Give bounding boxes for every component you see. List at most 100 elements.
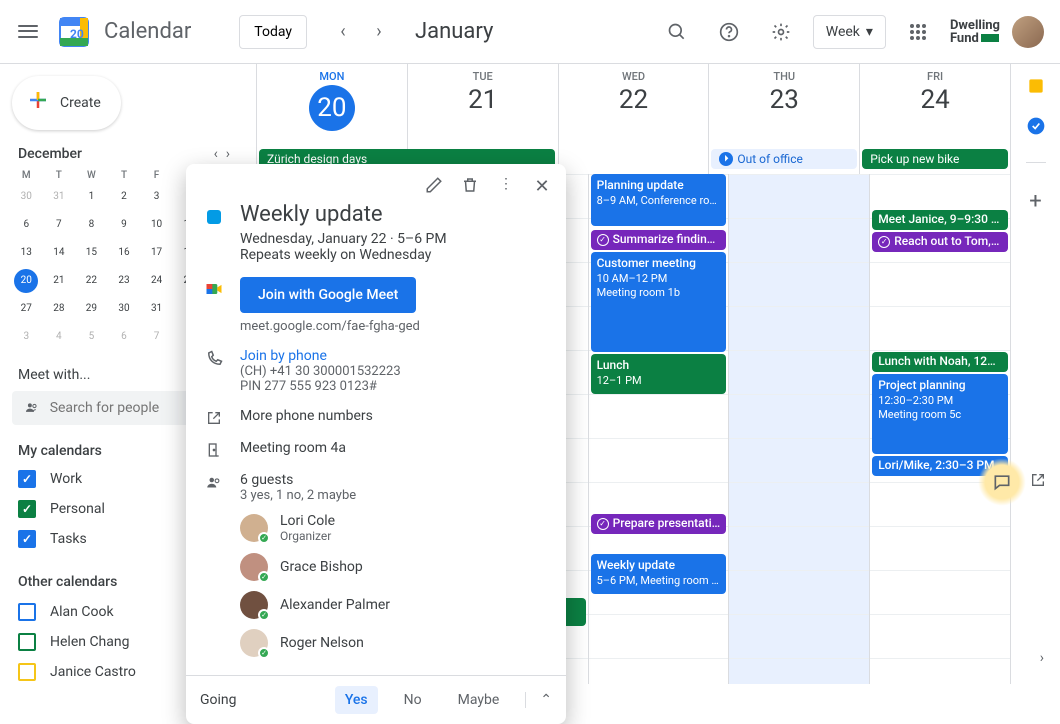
mini-day[interactable]: 1 — [79, 185, 103, 209]
calendar-checkbox[interactable] — [18, 530, 36, 548]
view-label: Week — [826, 24, 860, 40]
calendar-event[interactable]: Meet Janice, 9–9:30 AM — [872, 210, 1008, 230]
month-title: January — [415, 19, 493, 44]
rsvp-maybe[interactable]: Maybe — [448, 686, 510, 714]
mini-day[interactable]: 29 — [79, 297, 103, 321]
guest-role: Organizer — [280, 529, 335, 543]
mini-day[interactable]: 20 — [14, 269, 38, 293]
join-meet-button[interactable]: Join with Google Meet — [240, 277, 416, 313]
add-addon-icon[interactable]: + — [1026, 189, 1046, 209]
mini-day[interactable]: 10 — [145, 213, 169, 237]
mini-day[interactable]: 13 — [14, 241, 38, 265]
calendar-event[interactable]: Project planning12:30–2:30 PMMeeting roo… — [872, 374, 1008, 454]
settings-icon[interactable] — [761, 12, 801, 52]
day-header[interactable]: THU23 — [708, 64, 859, 148]
keep-icon[interactable] — [1026, 76, 1046, 96]
mini-day[interactable]: 30 — [112, 297, 136, 321]
day-column-fri[interactable]: Meet Janice, 9–9:30 AM✓Reach out to Tom,… — [869, 174, 1010, 684]
view-selector[interactable]: Week▾ — [813, 15, 886, 49]
calendar-event[interactable]: ✓Prepare presentation, 4 P — [591, 514, 727, 534]
help-icon[interactable] — [709, 12, 749, 52]
mini-day[interactable]: 8 — [79, 213, 103, 237]
calendar-checkbox[interactable] — [18, 470, 36, 488]
calendar-checkbox[interactable] — [18, 633, 36, 651]
rsvp-no[interactable]: No — [394, 686, 432, 714]
mini-day[interactable]: 17 — [145, 241, 169, 265]
mini-day[interactable]: 4 — [47, 325, 71, 349]
apps-icon[interactable] — [898, 12, 938, 52]
calendar-event[interactable]: Lunch with Noah, 12–12:30 — [872, 352, 1008, 372]
event-title: Summarize findings, 9:30 — [613, 232, 721, 248]
mini-day[interactable]: 27 — [14, 297, 38, 321]
guest-row[interactable]: ✓Alexander Palmer — [240, 591, 548, 619]
day-column-thu[interactable] — [728, 174, 869, 684]
mini-day[interactable]: 3 — [145, 185, 169, 209]
calendar-checkbox[interactable] — [18, 500, 36, 518]
event-title: Project planning — [878, 378, 1002, 394]
open-external-icon[interactable] — [1030, 472, 1046, 492]
mini-day[interactable]: 22 — [79, 269, 103, 293]
delete-icon[interactable] — [460, 176, 480, 198]
close-icon[interactable]: ✕ — [532, 176, 552, 198]
rsvp-expand-icon[interactable]: ⌃ — [525, 692, 552, 708]
join-phone-link[interactable]: Join by phone — [240, 348, 548, 364]
mini-cal-next[interactable]: › — [226, 146, 230, 162]
chat-guests-highlight[interactable] — [978, 458, 1026, 506]
guest-row[interactable]: ✓Lori ColeOrganizer — [240, 513, 548, 543]
mini-day[interactable]: 30 — [14, 185, 38, 209]
mini-day[interactable]: 31 — [47, 185, 71, 209]
calendar-checkbox[interactable] — [18, 603, 36, 621]
user-avatar[interactable] — [1012, 16, 1044, 48]
allday-event[interactable]: Pick up new bike — [862, 149, 1008, 169]
calendar-event[interactable]: ✓Summarize findings, 9:30 — [591, 230, 727, 250]
mini-day[interactable]: 31 — [145, 297, 169, 321]
today-button[interactable]: Today — [239, 15, 307, 49]
calendar-event[interactable]: Planning update8–9 AM, Conference room 2 — [591, 174, 727, 226]
calendar-event[interactable]: Lunch12–1 PM — [591, 354, 727, 394]
mini-dow: W — [77, 170, 106, 181]
mini-day[interactable]: 14 — [47, 241, 71, 265]
day-column-wed[interactable]: Planning update8–9 AM, Conference room 2… — [588, 174, 729, 684]
edit-icon[interactable] — [424, 176, 444, 198]
rsvp-yes[interactable]: Yes — [335, 686, 378, 714]
mini-day[interactable]: 16 — [112, 241, 136, 265]
mini-day[interactable]: 15 — [79, 241, 103, 265]
mini-cal-prev[interactable]: ‹ — [214, 146, 218, 162]
collapse-rail-icon[interactable]: › — [1040, 650, 1044, 666]
guest-name: Lori Cole — [280, 513, 335, 529]
mini-day[interactable]: 7 — [145, 325, 169, 349]
calendar-event[interactable]: ✓Reach out to Tom, 9:30 AM — [872, 232, 1008, 252]
mini-day[interactable]: 3 — [14, 325, 38, 349]
day-header[interactable]: WED22 — [558, 64, 709, 148]
mini-day[interactable]: 7 — [47, 213, 71, 237]
search-icon[interactable] — [657, 12, 697, 52]
menu-icon[interactable] — [16, 20, 40, 44]
more-phone-link[interactable]: More phone numbers — [240, 408, 548, 424]
day-header[interactable]: TUE21 — [407, 64, 558, 148]
more-icon[interactable]: ⋮ — [496, 176, 516, 198]
calendar-checkbox[interactable] — [18, 663, 36, 681]
day-num: 21 — [408, 85, 558, 115]
next-week-button[interactable]: › — [363, 16, 395, 48]
mini-day[interactable]: 2 — [112, 185, 136, 209]
guest-row[interactable]: ✓Grace Bishop — [240, 553, 548, 581]
create-label: Create — [60, 95, 101, 111]
create-button[interactable]: Create — [12, 76, 121, 130]
tasks-rail-icon[interactable] — [1026, 116, 1046, 136]
mini-day[interactable]: 24 — [145, 269, 169, 293]
mini-day[interactable]: 28 — [47, 297, 71, 321]
mini-day[interactable]: 6 — [14, 213, 38, 237]
day-header[interactable]: MON20 — [256, 64, 407, 148]
event-sub: 12:30–2:30 PM — [878, 394, 1002, 408]
mini-day[interactable]: 5 — [79, 325, 103, 349]
prev-week-button[interactable]: ‹ — [327, 16, 359, 48]
mini-day[interactable]: 23 — [112, 269, 136, 293]
guest-row[interactable]: ✓Roger Nelson — [240, 629, 548, 657]
allday-event-ooo[interactable]: ⏵Out of office — [711, 149, 857, 169]
calendar-event[interactable]: Weekly update5–6 PM, Meeting room 2c — [591, 554, 727, 594]
mini-day[interactable]: 9 — [112, 213, 136, 237]
day-header[interactable]: FRI24 — [859, 64, 1010, 148]
mini-day[interactable]: 6 — [112, 325, 136, 349]
mini-day[interactable]: 21 — [47, 269, 71, 293]
calendar-event[interactable]: Customer meeting10 AM–12 PMMeeting room … — [591, 252, 727, 352]
